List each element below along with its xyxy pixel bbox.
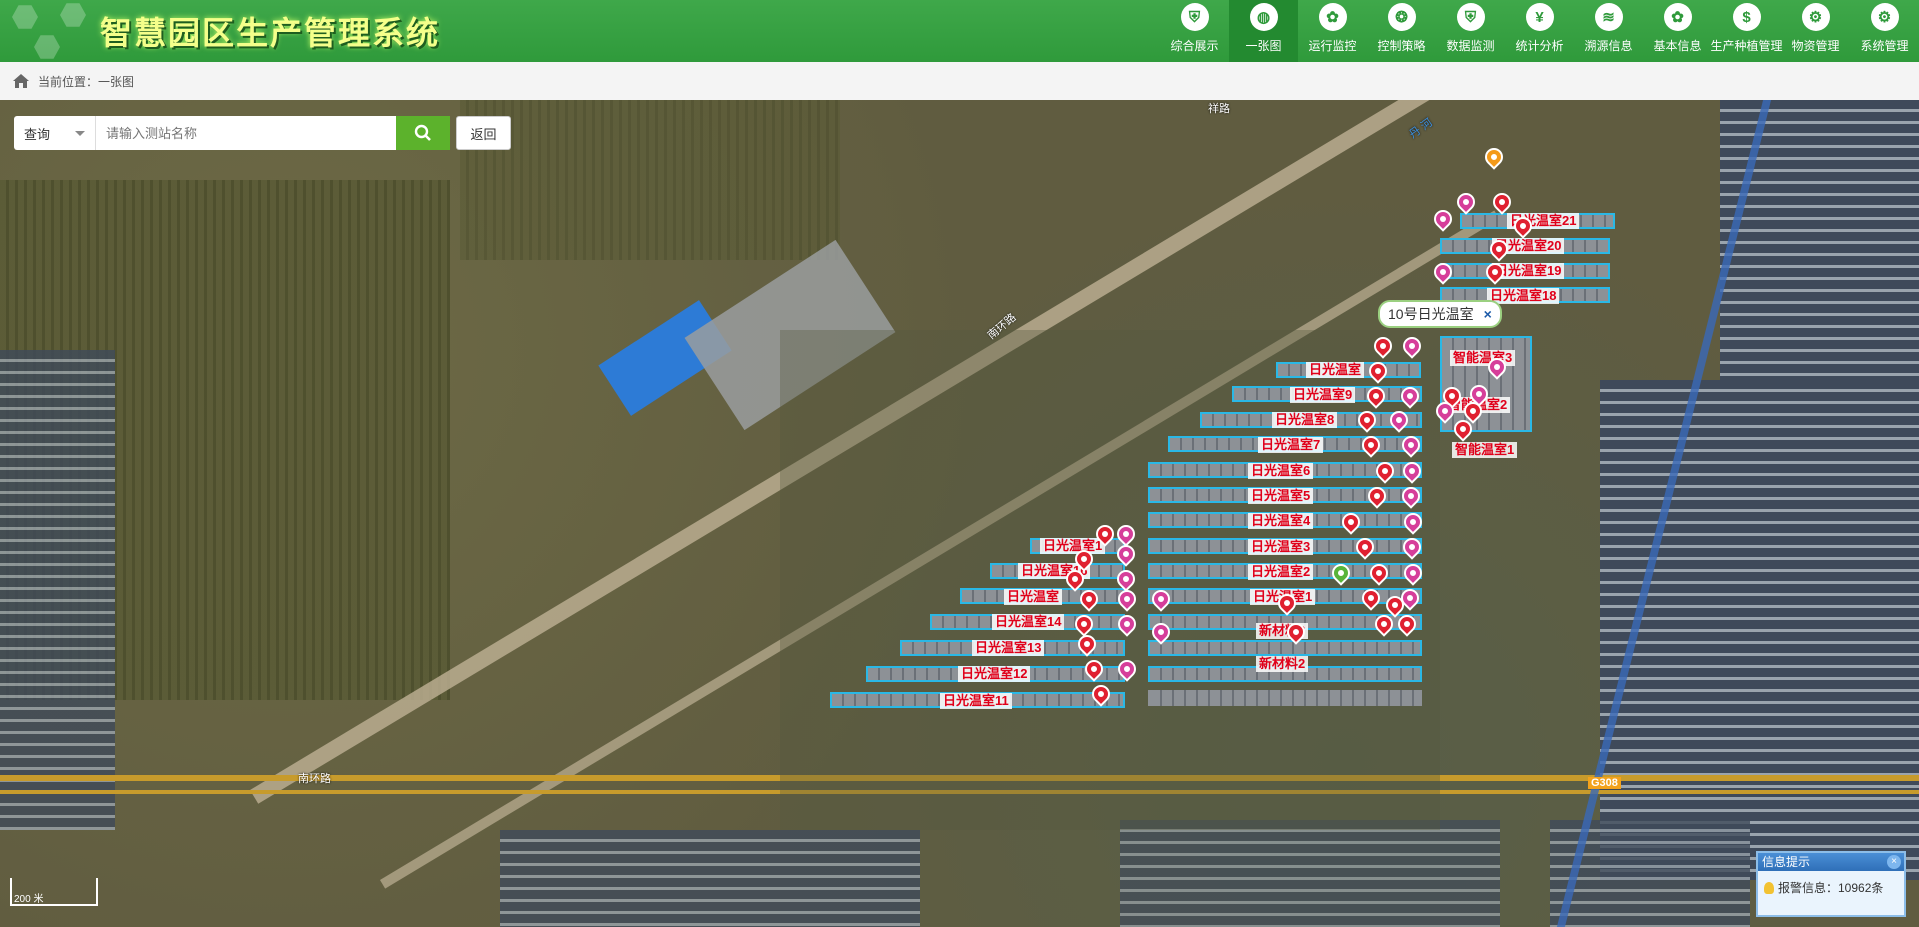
highway-badge: G308 [1588, 777, 1621, 789]
greenhouse-label[interactable]: 新材料2 [1256, 656, 1309, 672]
search-type-value: 查询 [24, 126, 51, 142]
nav-item-label: 物资管理 [1791, 39, 1840, 53]
nav-item[interactable]: ⚙ 物资管理 [1781, 0, 1850, 62]
shield-icon: ⛨ [1180, 3, 1209, 31]
station-popup: 10号日光温室 × [1378, 300, 1502, 328]
nav-item[interactable]: ⚙ 系统管理 [1850, 0, 1919, 62]
nav-item[interactable]: ⛨ 综合展示 [1160, 0, 1229, 62]
greenhouse-label[interactable]: 日光温室11 [940, 693, 1012, 709]
chevron-down-icon [75, 130, 85, 136]
nav-item[interactable]: ⛨ 数据监测 [1436, 0, 1505, 62]
nav-item[interactable]: ≋ 溯源信息 [1574, 0, 1643, 62]
search-input[interactable] [96, 116, 396, 150]
breadcrumb-bar: 当前位置：一张图 [0, 62, 1919, 101]
close-icon[interactable]: × [1887, 855, 1901, 869]
nav-item[interactable]: ✿ 运行监控 [1298, 0, 1367, 62]
nav-item[interactable]: ◍ 一张图 [1229, 0, 1298, 62]
greenhouse-label[interactable]: 日光温室7 [1258, 437, 1324, 453]
nav-item-label: 系统管理 [1860, 39, 1909, 53]
search-bar: 查询 返回 [14, 116, 511, 150]
stats-icon: ¥ [1525, 3, 1554, 31]
data-icon: ⛨ [1456, 3, 1485, 31]
nav-item[interactable]: ❂ 控制策略 [1367, 0, 1436, 62]
nav-item[interactable]: ¥ 统计分析 [1505, 0, 1574, 62]
back-button[interactable]: 返回 [456, 116, 511, 150]
control-icon: ❂ [1387, 3, 1416, 31]
nav-item-label: 生产种植管理 [1710, 39, 1783, 53]
info-panel: 信息提示 × 报警信息：10962条 [1756, 851, 1906, 917]
sensor-marker-icon[interactable] [1453, 189, 1479, 215]
alarm-message[interactable]: 报警信息：10962条 [1778, 879, 1883, 896]
dollar-icon: $ [1732, 3, 1761, 31]
header: 智慧园区生产管理系统 ⛨ 综合展示 ◍ 一张图 ✿ 运行监控 ❂ 控制策略 ⛨ 数据监测 ¥ 统计分析… [0, 0, 1919, 62]
nav-item-label: 统计分析 [1515, 39, 1564, 53]
greenhouse-label[interactable]: 日光温室4 [1248, 513, 1314, 529]
main-nav: ⛨ 综合展示 ◍ 一张图 ✿ 运行监控 ❂ 控制策略 ⛨ 数据监测 ¥ 统计分析 ≋ 溯源信息 ✿ 基本信息 $… [1160, 0, 1919, 62]
greenhouse-label[interactable]: 日光温室2 [1248, 564, 1314, 580]
greenhouse-label[interactable]: 日光温室8 [1272, 412, 1338, 428]
nav-item-label: 综合展示 [1170, 39, 1219, 53]
search-type-select[interactable]: 查询 [14, 116, 96, 150]
greenhouse-label[interactable]: 日光温室5 [1248, 488, 1314, 504]
greenhouse-label[interactable]: 日光温室 [1306, 362, 1365, 378]
monitor-icon: ✿ [1318, 3, 1347, 31]
greenhouse-label[interactable]: 智能温室1 [1452, 442, 1518, 458]
greenhouse-marker-icon[interactable] [1481, 144, 1507, 170]
nav-item-label: 运行监控 [1308, 39, 1357, 53]
trace-icon: ≋ [1594, 3, 1623, 31]
nav-item-label: 一张图 [1245, 39, 1282, 53]
home-icon[interactable] [12, 73, 30, 89]
river-label: 丹 河 [1407, 116, 1435, 141]
settings-icon: ⚙ [1870, 3, 1899, 31]
greenhouse-label[interactable]: 日光温室13 [972, 640, 1045, 656]
globe-icon: ◍ [1249, 3, 1278, 31]
nav-item[interactable]: ✿ 基本信息 [1643, 0, 1712, 62]
breadcrumb: 当前位置：一张图 [38, 74, 135, 89]
close-icon[interactable]: × [1484, 306, 1492, 322]
road-label: 南环路 [298, 773, 331, 785]
gear-icon: ⚙ [1801, 3, 1830, 31]
greenhouse-label[interactable]: 日光温室1 [1040, 538, 1106, 554]
greenhouse-label[interactable]: 日光温室14 [992, 614, 1065, 630]
nav-item-label: 数据监测 [1446, 39, 1495, 53]
greenhouse-label[interactable]: 日光温室18 [1487, 288, 1560, 304]
nav-item-label: 溯源信息 [1584, 39, 1633, 53]
road-label: 祥路 [1208, 103, 1230, 115]
sensor-marker-icon[interactable] [1430, 206, 1456, 232]
greenhouse-label[interactable]: 日光温室12 [958, 666, 1031, 682]
bulb-icon [1764, 881, 1774, 894]
greenhouse-label[interactable]: 日光温室6 [1248, 463, 1314, 479]
popup-title: 10号日光温室 [1388, 306, 1474, 322]
nav-item-label: 基本信息 [1653, 39, 1702, 53]
greenhouse-label[interactable]: 日光温室 [1004, 589, 1063, 605]
greenhouse-label[interactable]: 日光温室3 [1248, 539, 1314, 555]
app-title: 智慧园区生产管理系统 [100, 14, 441, 52]
nav-item-label: 控制策略 [1377, 39, 1426, 53]
search-button[interactable] [396, 116, 450, 150]
info-panel-title: 信息提示 [1762, 855, 1811, 869]
search-icon [414, 124, 431, 141]
satellite-map[interactable]: 日光温室21 日光温室20 日光温室19 日光温室18 智能温室3 智能温室2 … [0, 100, 1919, 927]
info-icon: ✿ [1663, 3, 1692, 31]
greenhouse-label[interactable]: 日光温室9 [1290, 387, 1356, 403]
nav-item[interactable]: $ 生产种植管理 [1710, 0, 1783, 62]
map-scale-label: 200 米 [14, 894, 44, 905]
